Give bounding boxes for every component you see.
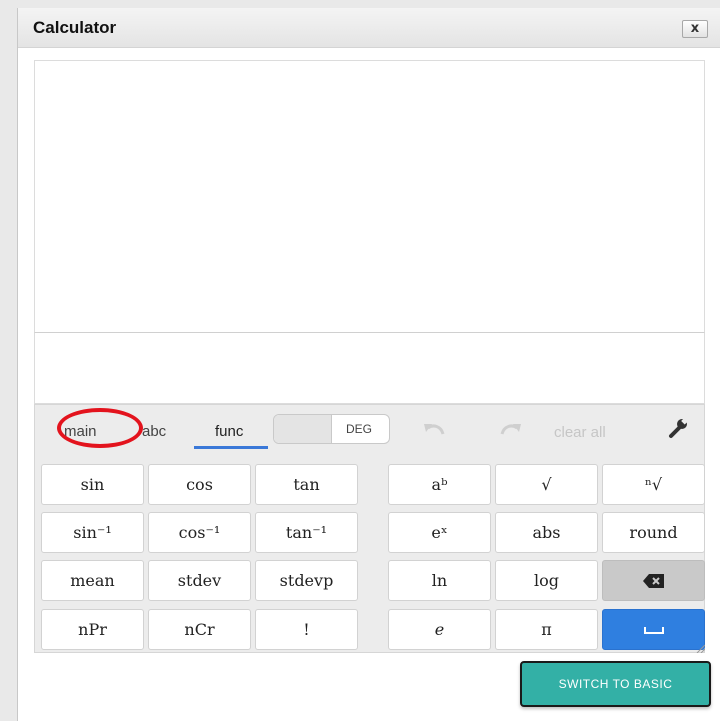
key-round[interactable]: round (602, 512, 705, 553)
key-power[interactable]: aᵇ (388, 464, 491, 505)
key-stdev[interactable]: stdev (148, 560, 251, 601)
title-bar: Calculator x (18, 8, 720, 48)
key-ncr[interactable]: nCr (148, 609, 251, 650)
key-sqrt[interactable]: √ (495, 464, 598, 505)
key-tan[interactable]: tan (255, 464, 358, 505)
wrench-icon[interactable] (667, 417, 689, 439)
expression-input[interactable] (34, 332, 705, 404)
calculator-window: Calculator x main abc func DEG clear all… (17, 8, 720, 721)
tab-func[interactable]: func (215, 423, 243, 440)
switch-to-basic-button[interactable]: SWITCH TO BASIC (520, 661, 711, 707)
key-pi[interactable]: π (495, 609, 598, 650)
key-arccos[interactable]: cos⁻¹ (148, 512, 251, 553)
angle-mode-toggle[interactable]: DEG (273, 414, 390, 444)
key-enter[interactable] (602, 609, 705, 650)
key-abs[interactable]: abs (495, 512, 598, 553)
key-exp[interactable]: eˣ (388, 512, 491, 553)
key-arcsin[interactable]: sin⁻¹ (41, 512, 144, 553)
close-button[interactable]: x (682, 20, 708, 38)
key-euler[interactable]: e (388, 609, 491, 650)
key-arctan[interactable]: tan⁻¹ (255, 512, 358, 553)
angle-mode-label: DEG (346, 422, 373, 436)
key-sin[interactable]: sin (41, 464, 144, 505)
key-euler-label: e (434, 620, 445, 639)
tab-abc[interactable]: abc (142, 423, 166, 440)
resize-grip-icon[interactable] (695, 643, 705, 653)
key-cos[interactable]: cos (148, 464, 251, 505)
undo-icon[interactable] (421, 419, 447, 437)
key-nth-root[interactable]: ⁿ√ (602, 464, 705, 505)
calculator-display (34, 60, 705, 335)
redo-icon[interactable] (498, 419, 524, 437)
key-backspace[interactable] (602, 560, 705, 601)
enter-icon (643, 626, 664, 634)
toggle-knob (274, 415, 332, 443)
key-stdevp[interactable]: stdevp (255, 560, 358, 601)
key-log[interactable]: log (495, 560, 598, 601)
key-mean[interactable]: mean (41, 560, 144, 601)
key-factorial[interactable]: ! (255, 609, 358, 650)
keypad: main abc func DEG clear all sin cos tan … (34, 404, 705, 653)
key-npr[interactable]: nPr (41, 609, 144, 650)
backspace-icon (642, 573, 664, 588)
active-tab-indicator (194, 446, 268, 449)
annotation-highlight-circle (57, 408, 143, 448)
clear-all-button[interactable]: clear all (554, 424, 606, 441)
key-ln[interactable]: ln (388, 560, 491, 601)
window-title: Calculator (33, 18, 117, 37)
